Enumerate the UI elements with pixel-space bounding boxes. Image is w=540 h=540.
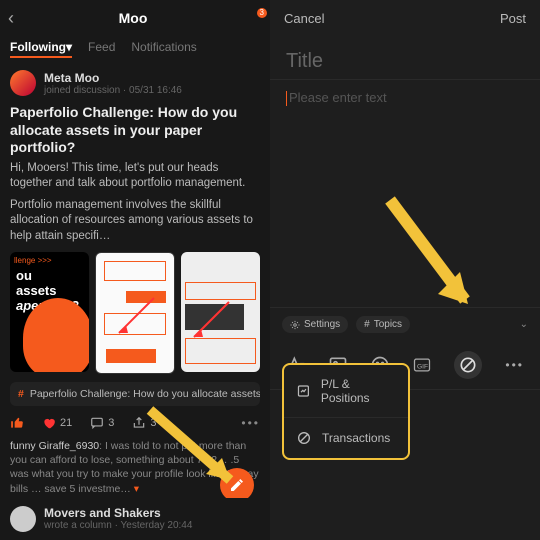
heart-button[interactable]: 21 (42, 416, 72, 430)
next-post[interactable]: Movers and Shakers wrote a column · Yest… (0, 498, 270, 540)
menu-pl-positions[interactable]: P/L & Positions (284, 365, 408, 417)
avatar (10, 506, 36, 532)
more-tools-icon[interactable]: ••• (505, 358, 524, 372)
post-images: llenge >>> ou assets aperfolio? (0, 248, 270, 378)
tab-notifications[interactable]: Notifications (131, 40, 196, 58)
compose-topbar: Cancel Post (270, 0, 540, 36)
svg-text:GIF: GIF (417, 363, 428, 370)
post-header: Meta Moo joined discussion · 05/31 16:46 (0, 64, 270, 98)
feed-tabs: Following▾ Feed Notifications (0, 36, 270, 64)
cart-badge: 3 (257, 8, 267, 18)
positions-icon[interactable] (454, 351, 482, 379)
post-button[interactable]: Post (500, 11, 526, 26)
gif-icon[interactable]: GIF (412, 355, 432, 375)
tab-following[interactable]: Following▾ (10, 40, 72, 58)
page-title: Moo (14, 10, 252, 26)
body-input[interactable]: Please enter text (270, 79, 540, 116)
post-title[interactable]: Paperfolio Challenge: How do you allocat… (0, 98, 270, 159)
compose-fab[interactable] (220, 468, 254, 502)
thumb-2[interactable] (95, 252, 176, 374)
feed-pane: ‹ Moo 3 Following▾ Feed Notifications Me… (0, 0, 270, 540)
cancel-button[interactable]: Cancel (284, 11, 324, 26)
post-body-2: Portfolio management involves the skillf… (0, 196, 270, 249)
thumb-3[interactable] (181, 252, 260, 372)
post-body-1: Hi, Mooers! This time, let's put our hea… (0, 159, 270, 196)
topics-pill[interactable]: #Topics (356, 316, 410, 333)
avatar[interactable] (10, 70, 36, 96)
share-button[interactable]: 3 (132, 416, 156, 430)
comment-button[interactable]: 3 (90, 416, 114, 430)
topbar: ‹ Moo 3 (0, 0, 270, 36)
post-actions: 21 3 3 ••• (0, 410, 270, 436)
topic-tag[interactable]: # Paperfolio Challenge: How do you alloc… (10, 382, 260, 406)
positions-menu: P/L & Positions Transactions (282, 363, 410, 460)
author-meta: joined discussion · 05/31 16:46 (44, 85, 182, 96)
settings-pill[interactable]: Settings (282, 316, 348, 333)
author-name[interactable]: Meta Moo (44, 71, 182, 85)
hash-icon: # (18, 388, 24, 400)
title-input[interactable]: Title (270, 36, 540, 79)
thumb-1[interactable]: llenge >>> ou assets aperfolio? (10, 252, 89, 372)
chevron-down-icon[interactable]: ⌄ (520, 319, 528, 330)
compose-pane: Cancel Post Title Please enter text Sett… (270, 0, 540, 540)
like-button[interactable] (10, 416, 24, 430)
tab-feed[interactable]: Feed (88, 40, 115, 58)
menu-transactions[interactable]: Transactions (284, 417, 408, 458)
more-icon[interactable]: ••• (241, 416, 260, 430)
